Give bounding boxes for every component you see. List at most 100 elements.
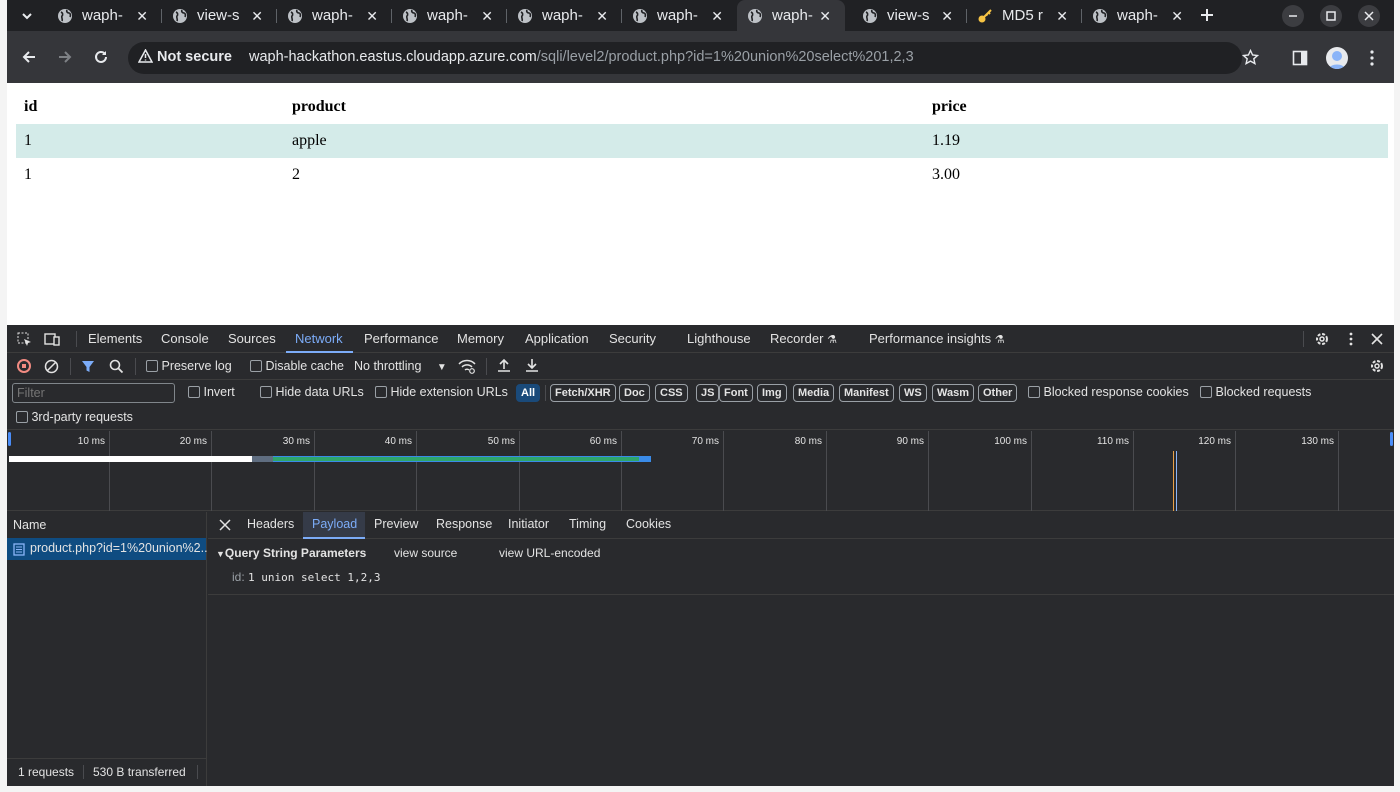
side-panel-icon[interactable]: [1292, 50, 1308, 66]
details-tab[interactable]: Response: [436, 517, 492, 531]
details-tab[interactable]: Payload: [312, 517, 357, 531]
export-har-icon[interactable]: [525, 358, 539, 373]
address-bar[interactable]: Not secure waph-hackathon.eastus.cloudap…: [128, 42, 1242, 74]
resource-type-filter[interactable]: Media: [793, 384, 835, 402]
filter-input[interactable]: [12, 383, 175, 403]
invert-checkbox[interactable]: Invert: [188, 385, 235, 399]
browser-tab[interactable]: view-s ✕: [852, 0, 967, 31]
search-icon[interactable]: [109, 359, 124, 374]
hide-extension-urls-checkbox[interactable]: Hide extension URLs: [375, 385, 508, 399]
close-tab-icon[interactable]: ✕: [819, 8, 831, 25]
timeline-handle-right[interactable]: [1390, 432, 1393, 446]
resource-type-filter[interactable]: Other: [978, 384, 1018, 402]
preserve-log-checkbox[interactable]: Preserve log: [146, 359, 232, 373]
name-column-header[interactable]: Name: [13, 518, 46, 532]
details-tab[interactable]: Initiator: [508, 517, 549, 531]
settings-gear-icon[interactable]: [1314, 331, 1330, 347]
close-tab-icon[interactable]: ✕: [1171, 8, 1183, 25]
tab-search-chevron-icon[interactable]: [19, 8, 35, 24]
resource-type-filter[interactable]: Wasm: [932, 384, 974, 402]
url-text[interactable]: waph-hackathon.eastus.cloudapp.azure.com…: [249, 49, 914, 65]
close-devtools-icon[interactable]: [1371, 333, 1383, 345]
devtools-tab[interactable]: Application: [525, 331, 589, 346]
resource-type-filter[interactable]: Fetch/XHR: [550, 384, 616, 402]
resource-type-filter[interactable]: WS: [899, 384, 927, 402]
timeline-gridline: [826, 431, 827, 511]
section-toggle[interactable]: ▼Query String Parameters: [216, 546, 366, 560]
forward-arrow-icon[interactable]: [57, 49, 73, 65]
browser-tab[interactable]: view-s ✕: [162, 0, 277, 31]
filter-funnel-icon[interactable]: [81, 359, 95, 374]
details-tab[interactable]: Preview: [374, 517, 418, 531]
import-har-icon[interactable]: [497, 358, 511, 373]
resource-type-filter[interactable]: Font: [719, 384, 753, 402]
throttling-select[interactable]: No throttling ▼: [354, 359, 447, 373]
network-conditions-icon[interactable]: [458, 359, 476, 374]
third-party-requests-checkbox[interactable]: 3rd-party requests: [16, 410, 133, 424]
devtools-tab[interactable]: Memory: [457, 331, 504, 346]
timeline-handle-left[interactable]: [8, 432, 11, 446]
back-arrow-icon[interactable]: [21, 49, 37, 65]
throttling-value: No throttling: [354, 359, 422, 373]
devtools-tab[interactable]: Console: [161, 331, 209, 346]
browser-tab[interactable]: waph- ✕: [622, 0, 737, 31]
browser-tab[interactable]: waph- ✕: [47, 0, 162, 31]
close-details-icon[interactable]: [219, 519, 231, 531]
reload-icon[interactable]: [93, 49, 109, 65]
profile-avatar[interactable]: [1326, 47, 1348, 69]
timeline-gridline: [416, 431, 417, 511]
view-source-link[interactable]: view source: [394, 546, 457, 560]
details-tab[interactable]: Timing: [569, 517, 606, 531]
close-tab-icon[interactable]: ✕: [251, 8, 263, 25]
close-tab-icon[interactable]: ✕: [1056, 8, 1068, 25]
devtools-tab[interactable]: Security: [609, 331, 656, 346]
security-indicator[interactable]: Not secure: [137, 48, 232, 65]
maximize-button[interactable]: [1320, 5, 1342, 27]
close-tab-icon[interactable]: ✕: [596, 8, 608, 25]
bookmark-star-icon[interactable]: [1242, 49, 1259, 66]
resource-type-filter[interactable]: Doc: [619, 384, 650, 402]
close-tab-icon[interactable]: ✕: [711, 8, 723, 25]
close-tab-icon[interactable]: ✕: [366, 8, 378, 25]
devtools-tab[interactable]: Recorder ⚗: [770, 331, 837, 346]
close-tab-icon[interactable]: ✕: [481, 8, 493, 25]
record-stop-icon[interactable]: [17, 359, 31, 373]
new-tab-icon[interactable]: [1199, 7, 1215, 23]
details-tab[interactable]: Headers: [247, 517, 294, 531]
browser-tab[interactable]: MD5 r ✕: [967, 0, 1082, 31]
network-settings-gear-icon[interactable]: [1369, 358, 1385, 374]
hide-data-urls-checkbox[interactable]: Hide data URLs: [260, 385, 364, 399]
clear-icon[interactable]: [44, 359, 59, 374]
devtools-tab[interactable]: Sources: [228, 331, 276, 346]
browser-tab[interactable]: waph- ✕: [1082, 0, 1197, 31]
browser-tab[interactable]: waph- ✕: [277, 0, 392, 31]
resource-type-filter[interactable]: All: [516, 384, 541, 402]
resource-type-filter[interactable]: JS: [696, 384, 720, 402]
devtools-tab[interactable]: Performance insights ⚗: [869, 331, 1005, 346]
inspect-element-icon[interactable]: [17, 332, 32, 347]
details-tab-bar: Headers Payload Preview Response Initiator Ti…: [208, 512, 1394, 539]
resource-type-filter[interactable]: Img: [757, 384, 787, 402]
close-window-button[interactable]: [1358, 5, 1380, 27]
close-tab-icon[interactable]: ✕: [941, 8, 953, 25]
devtools-tab[interactable]: Performance: [364, 331, 438, 346]
browser-tab[interactable]: waph- ✕: [392, 0, 507, 31]
device-toolbar-icon[interactable]: [44, 332, 60, 347]
resource-type-filter[interactable]: CSS: [655, 384, 688, 402]
browser-tab[interactable]: waph- ✕: [507, 0, 622, 31]
request-row-selected[interactable]: product.php?id=1%20union%2...: [7, 538, 211, 560]
disable-cache-checkbox[interactable]: Disable cache: [250, 359, 344, 373]
blocked-requests-checkbox[interactable]: Blocked requests: [1200, 385, 1311, 399]
devtools-menu-icon[interactable]: [1348, 332, 1354, 346]
browser-tab[interactable]: waph- ✕: [737, 0, 845, 31]
details-tab[interactable]: Cookies: [626, 517, 671, 531]
close-tab-icon[interactable]: ✕: [136, 8, 148, 25]
view-url-encoded-link[interactable]: view URL-encoded: [499, 546, 600, 560]
devtools-tab[interactable]: Network: [295, 331, 343, 346]
resource-type-filter[interactable]: Manifest: [839, 384, 894, 402]
blocked-response-cookies-checkbox[interactable]: Blocked response cookies: [1028, 385, 1189, 399]
browser-menu-icon[interactable]: [1369, 50, 1375, 66]
devtools-tab[interactable]: Lighthouse: [687, 331, 751, 346]
devtools-tab[interactable]: Elements: [88, 331, 142, 346]
minimize-button[interactable]: [1282, 5, 1304, 27]
